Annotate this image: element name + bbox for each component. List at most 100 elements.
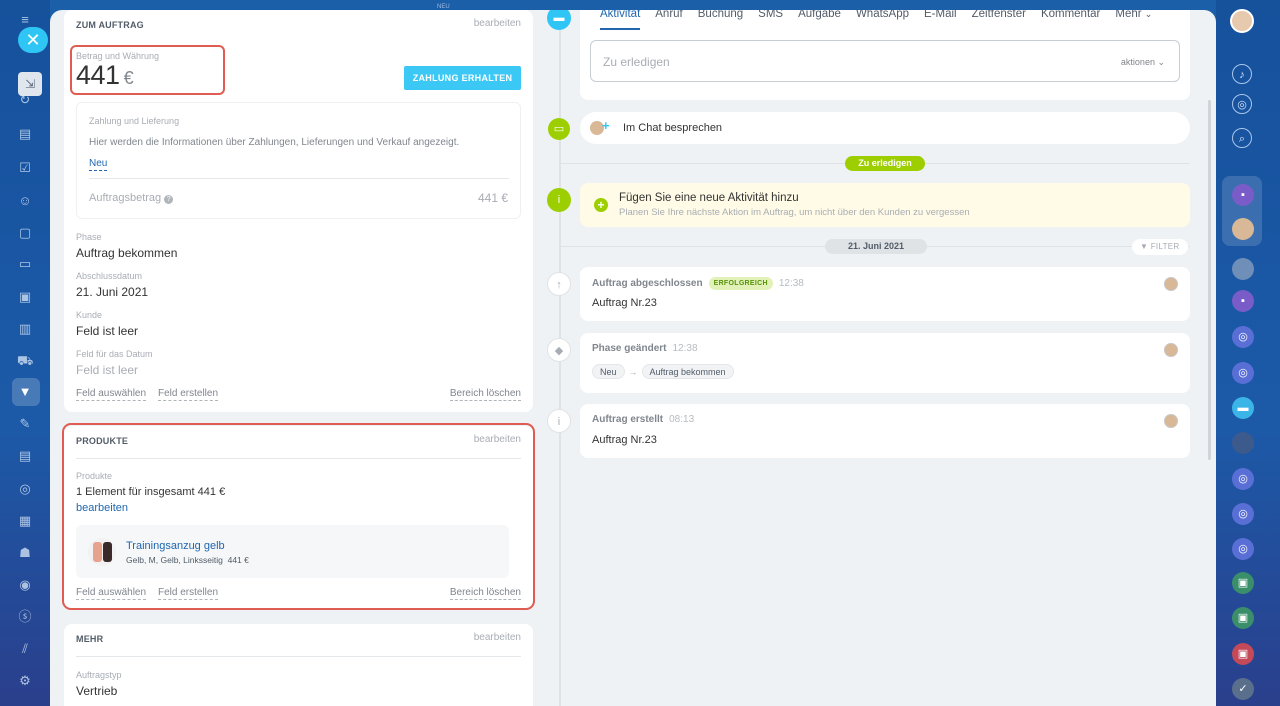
chat-avatar-4[interactable]: ▪	[1232, 290, 1254, 312]
todo-input[interactable]: Zu erledigen aktionen ⌄	[590, 40, 1180, 82]
tab-whatsapp[interactable]: WhatsApp	[856, 10, 909, 30]
tab-timeslot[interactable]: Zeitfenster	[972, 10, 1026, 30]
chat-avatar-6[interactable]: ◎	[1232, 362, 1254, 384]
chat-avatar-8[interactable]	[1232, 432, 1254, 454]
tab-activity[interactable]: Aktivität	[600, 10, 641, 30]
info-circle-icon: i	[547, 409, 571, 433]
id-card-icon[interactable]: ▤	[17, 448, 33, 464]
presentation-icon[interactable]: ▣	[17, 289, 33, 305]
phase-change: Neu → Auftrag bekommen	[592, 362, 734, 380]
tab-call[interactable]: Anruf	[655, 10, 683, 30]
target-icon[interactable]: ◎	[17, 481, 33, 497]
author-avatar	[1164, 277, 1178, 291]
card-icon[interactable]: ▭	[17, 256, 33, 272]
circle-s-icon[interactable]: ⓢ	[17, 609, 33, 625]
more-card-title: MEHR	[76, 634, 104, 644]
chat-avatar-2[interactable]	[1232, 218, 1254, 240]
menu-icon[interactable]: ≡	[17, 12, 33, 28]
chart-icon[interactable]: ▥	[17, 321, 33, 337]
field-value-close-date[interactable]: 21. Juni 2021	[76, 285, 148, 299]
lock-icon-3[interactable]: ▣	[1232, 643, 1254, 665]
chat-discuss-row[interactable]: + Im Chat besprechen	[580, 112, 1190, 144]
chat-avatar-3[interactable]	[1232, 258, 1254, 280]
add-activity-card[interactable]: + Fügen Sie eine neue Aktivität hinzu Pl…	[580, 183, 1190, 227]
field-value-customer[interactable]: Feld ist leer	[76, 324, 138, 338]
edit-icon[interactable]: ✎	[17, 416, 33, 432]
payment-new-link[interactable]: Neu	[89, 158, 108, 171]
chevron-down-icon: ⌄	[1144, 10, 1153, 19]
success-badge: ERFOLGREICH	[708, 277, 773, 290]
funnel-icon[interactable]: ▼	[17, 384, 33, 400]
chat-avatar-1[interactable]: ▪	[1232, 184, 1254, 206]
payment-description: Hier werden die Informationen über Zahlu…	[89, 137, 460, 148]
more-card: MEHR bearbeiten Auftragstyp Vertrieb	[64, 624, 533, 706]
field-label-close-date: Abschlussdatum	[76, 271, 143, 281]
history-body-closed[interactable]: Auftrag Nr.23	[592, 297, 657, 309]
create-field-link[interactable]: Feld erstellen	[158, 388, 219, 401]
amount-value: 441 €	[76, 60, 134, 90]
activity-editor: Aktivität Anruf Buchung SMS Aufgabe What…	[580, 10, 1190, 100]
user-avatar[interactable]	[1230, 9, 1254, 33]
chat-bubble-icon: ▬	[547, 10, 571, 30]
lock-icon-2[interactable]: ▣	[1232, 607, 1254, 629]
products-highlight	[62, 423, 535, 610]
field-value-date-field[interactable]: Feld ist leer	[76, 363, 138, 377]
chat-avatar-9[interactable]: ◎	[1232, 468, 1254, 490]
left-sidebar: ≡ ↻ ▤ ☑ ☺ ▢ ▭ ▣ ▥ ⛟ ▼ ✎ ▤ ◎ ▦ ☗ ◉ ⓢ ⫽ ⚙	[0, 0, 50, 706]
stream-icon[interactable]: ◎	[1232, 94, 1252, 114]
search-chat-icon[interactable]: ⌕	[1232, 128, 1252, 148]
date-pill: 21. Juni 2021	[825, 239, 927, 254]
check-icon[interactable]: ✓	[1232, 678, 1254, 700]
plus-icon[interactable]: +	[594, 198, 608, 212]
todo-actions-dropdown[interactable]: aktionen ⌄	[1121, 57, 1165, 68]
collapse-icon[interactable]: ⇲	[18, 72, 42, 96]
chat-avatar-7[interactable]: ▬	[1232, 397, 1254, 419]
file-icon[interactable]: ▢	[17, 225, 33, 241]
delete-section-link[interactable]: Bereich löschen	[449, 388, 521, 401]
more-card-edit[interactable]: bearbeiten	[474, 632, 521, 643]
robot-icon[interactable]: ☗	[17, 545, 33, 561]
chat-avatar-10[interactable]: ◎	[1232, 503, 1254, 525]
order-card: ZUM AUFTRAG bearbeiten Betrag und Währun…	[64, 10, 533, 412]
close-slider-button[interactable]: ✕	[18, 27, 48, 53]
tab-task[interactable]: Aufgabe	[798, 10, 841, 30]
order-type-value[interactable]: Vertrieb	[76, 684, 117, 698]
tab-booking[interactable]: Buchung	[698, 10, 743, 30]
tab-comment[interactable]: Kommentar	[1041, 10, 1100, 30]
document-icon[interactable]: ▤	[17, 126, 33, 142]
order-card-edit[interactable]: bearbeiten	[474, 18, 521, 29]
arrow-right-icon: →	[628, 367, 638, 377]
help-icon[interactable]: ?	[164, 195, 174, 204]
lock-icon[interactable]: ▣	[1232, 572, 1254, 594]
stripes-icon[interactable]: ⫽	[17, 641, 33, 657]
add-activity-title: Fügen Sie eine neue Aktivität hinzu	[619, 192, 799, 204]
phase-from: Neu	[592, 364, 625, 379]
contacts-icon[interactable]: ☺	[17, 193, 33, 209]
calendar-icon[interactable]: ▦	[17, 513, 33, 529]
field-label-phase: Phase	[76, 232, 102, 242]
cart-icon[interactable]: ⛟	[17, 353, 33, 369]
scrollbar[interactable]	[1208, 100, 1211, 460]
field-value-phase[interactable]: Auftrag bekommen	[76, 246, 177, 260]
tab-sms[interactable]: SMS	[758, 10, 783, 30]
order-type-label: Auftragstyp	[76, 670, 122, 680]
info-icon: i	[547, 188, 571, 212]
history-item-phase: Phase geändert 12:38 Neu → Auftrag bekommen	[580, 333, 1190, 393]
bell-icon[interactable]: ♪	[1232, 64, 1252, 84]
tag-icon: ◆	[547, 338, 571, 362]
chat-avatar-11[interactable]: ◎	[1232, 538, 1254, 560]
history-title-created: Auftrag erstellt 08:13	[592, 414, 695, 425]
order-total-value: 441 €	[477, 191, 508, 205]
checkbox-icon[interactable]: ☑	[17, 160, 33, 176]
select-field-link[interactable]: Feld auswählen	[76, 388, 147, 401]
filter-button[interactable]: ▼ FILTER	[1132, 239, 1188, 255]
history-title-phase: Phase geändert 12:38	[592, 343, 698, 354]
receive-payment-button[interactable]: ZAHLUNG ERHALTEN	[404, 66, 521, 90]
tab-email[interactable]: E-Mail	[924, 10, 957, 30]
goal-icon[interactable]: ◉	[17, 577, 33, 593]
history-body-created[interactable]: Auftrag Nr.23	[592, 434, 657, 446]
gear-icon[interactable]: ⚙	[17, 673, 33, 689]
tab-more[interactable]: Mehr ⌄	[1115, 10, 1152, 30]
filter-icon: ▼	[1140, 242, 1149, 251]
chat-avatar-5[interactable]: ◎	[1232, 326, 1254, 348]
